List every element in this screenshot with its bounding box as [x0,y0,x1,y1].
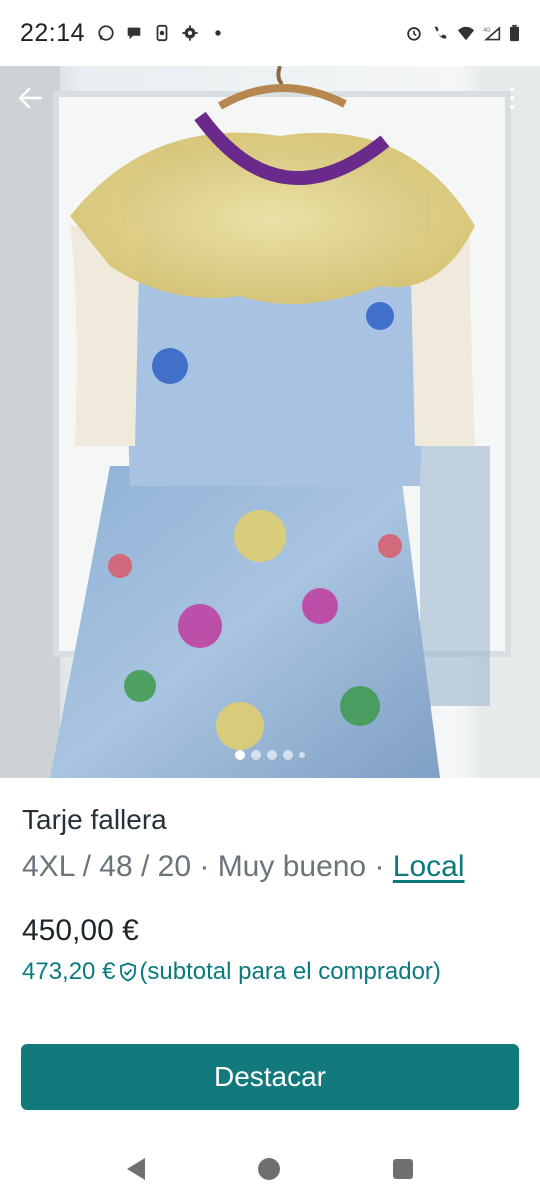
shield-check-icon [120,962,137,982]
nav-back-icon[interactable] [126,1158,145,1180]
carousel-dot[interactable] [251,750,261,760]
status-time: 22:14 [20,18,86,47]
settings-icon [182,25,198,41]
more-options-icon[interactable] [502,80,522,116]
listing-price: 450,00 € [22,914,139,947]
location-link[interactable]: Local [393,850,465,883]
system-nav-bar [0,1138,540,1200]
dress-photo [0,66,540,778]
buyer-price: 473,20 € [22,958,116,985]
carousel-indicator [0,750,540,760]
listing-info: Tarje fallera 4XL / 48 / 20 · Muy bueno … [0,778,540,986]
more-dot [510,87,514,91]
status-bar: 22:14 4G [0,0,540,66]
back-arrow-icon[interactable] [12,80,48,116]
battery-icon [510,24,519,42]
whatsapp-icon [98,25,114,41]
chat-icon [127,27,141,40]
alarm-icon [407,27,421,41]
phone-sync-icon [156,24,168,42]
buyer-note: (subtotal para el comprador) [139,958,441,985]
dot-icon [215,30,221,36]
carousel-dot[interactable] [299,752,305,758]
destacar-button[interactable]: Destacar [21,1044,519,1110]
more-dot [510,96,514,100]
wifi-call-icon [434,26,447,39]
listing-title: Tarje fallera [22,804,167,835]
network-label: 4G [483,27,491,33]
nav-home-icon[interactable] [257,1158,280,1180]
signal-4g-icon: 4G [483,26,501,41]
listing-meta: 4XL / 48 / 20 · Muy bueno · Local [22,850,518,884]
wifi-icon [457,26,475,41]
carousel-dot[interactable] [267,750,277,760]
status-left: 22:14 [20,19,227,48]
meta-separator: · [191,850,218,883]
nav-recents-icon[interactable] [393,1159,414,1179]
buyer-subtotal[interactable]: 473,20 € (subtotal para el comprador) [22,958,518,986]
listing-size: 4XL / 48 / 20 [22,850,192,883]
meta-separator: · [366,850,393,883]
more-dot [510,105,514,109]
status-right: 4G [405,24,520,42]
carousel-dot[interactable] [283,750,293,760]
listing-photo[interactable] [0,66,540,778]
notification-icons [97,24,227,42]
carousel-dot-active[interactable] [235,750,245,760]
listing-condition: Muy bueno [217,850,367,883]
